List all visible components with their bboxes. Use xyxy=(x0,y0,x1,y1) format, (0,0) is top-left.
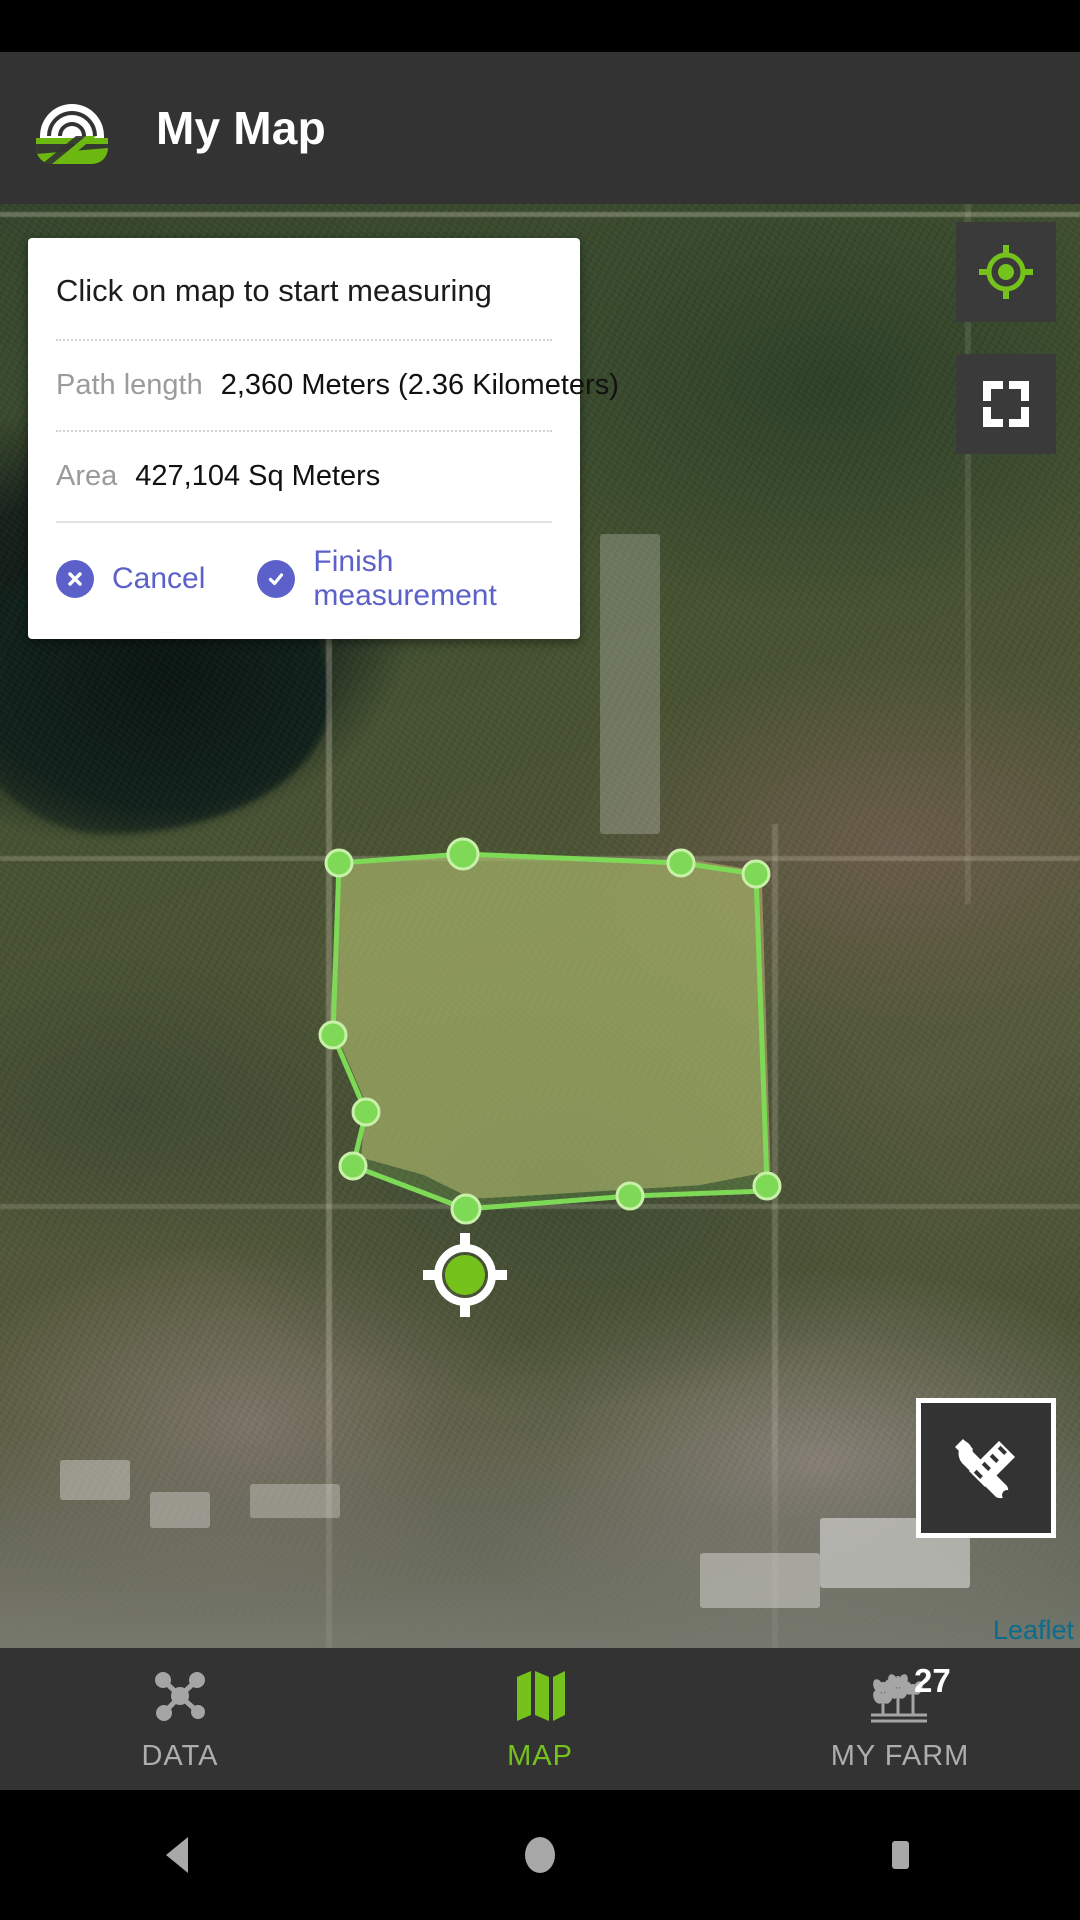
area-value: 427,104 Sq Meters xyxy=(135,460,381,493)
tab-data-label: DATA xyxy=(141,1739,219,1772)
path-length-row: Path length 2,360 Meters (2.36 Kilometer… xyxy=(56,341,619,430)
wrench-ruler-icon xyxy=(955,1439,1015,1500)
cancel-button[interactable]: Cancel xyxy=(56,560,206,599)
tab-data[interactable]: DATA xyxy=(0,1648,360,1790)
area-label: Area xyxy=(56,460,118,493)
tab-my-farm-label: MY FARM xyxy=(830,1739,970,1772)
locate-me-button[interactable] xyxy=(956,222,1056,322)
finish-measurement-label: Finish measurement xyxy=(313,545,497,613)
android-back-button[interactable] xyxy=(120,1790,240,1920)
node-graph-icon xyxy=(151,1666,209,1726)
bottom-navigation: DATA MAP 27 MY FARM xyxy=(0,1648,1080,1790)
circle-home-icon xyxy=(525,1837,555,1873)
finish-measurement-button[interactable]: Finish measurement xyxy=(257,545,552,613)
square-recents-icon xyxy=(892,1841,909,1869)
status-bar xyxy=(0,0,1080,52)
page-title: My Map xyxy=(156,102,326,154)
app-bar: My Map xyxy=(0,52,1080,204)
measurement-headline: Click on map to start measuring xyxy=(56,273,492,308)
expand-icon xyxy=(983,381,1029,427)
fullscreen-button[interactable] xyxy=(956,354,1056,454)
wheat-icon: 27 xyxy=(867,1662,951,1726)
android-navigation-bar xyxy=(0,1790,1080,1920)
triangle-back-icon xyxy=(166,1837,188,1873)
android-home-button[interactable] xyxy=(480,1790,600,1920)
cancel-label: Cancel xyxy=(112,562,206,596)
my-farm-badge: 27 xyxy=(914,1661,951,1699)
path-length-value: 2,360 Meters (2.36 Kilometers) xyxy=(220,369,619,402)
tab-my-farm[interactable]: 27 MY FARM xyxy=(720,1648,1080,1790)
measure-tools-button[interactable] xyxy=(916,1398,1056,1538)
android-recents-button[interactable] xyxy=(840,1790,960,1920)
path-length-label: Path length xyxy=(56,369,203,402)
measurement-card: Click on map to start measuring Path len… xyxy=(28,238,619,640)
folded-map-icon xyxy=(513,1666,567,1726)
close-circle-icon xyxy=(56,560,94,599)
farm-radar-logo-icon xyxy=(36,92,108,164)
tab-map-label: MAP xyxy=(507,1739,573,1772)
map-attribution[interactable]: Leaflet xyxy=(993,1615,1074,1646)
card-actions: Cancel Finish measurement xyxy=(56,521,552,639)
phone-screen: My Map Leaflet Click on map to start mea… xyxy=(0,0,1080,1920)
area-row: Area 427,104 Sq Meters xyxy=(56,432,552,521)
gps-crosshair-icon xyxy=(979,245,1033,299)
tab-map[interactable]: MAP xyxy=(360,1648,720,1790)
check-circle-icon xyxy=(257,560,296,599)
